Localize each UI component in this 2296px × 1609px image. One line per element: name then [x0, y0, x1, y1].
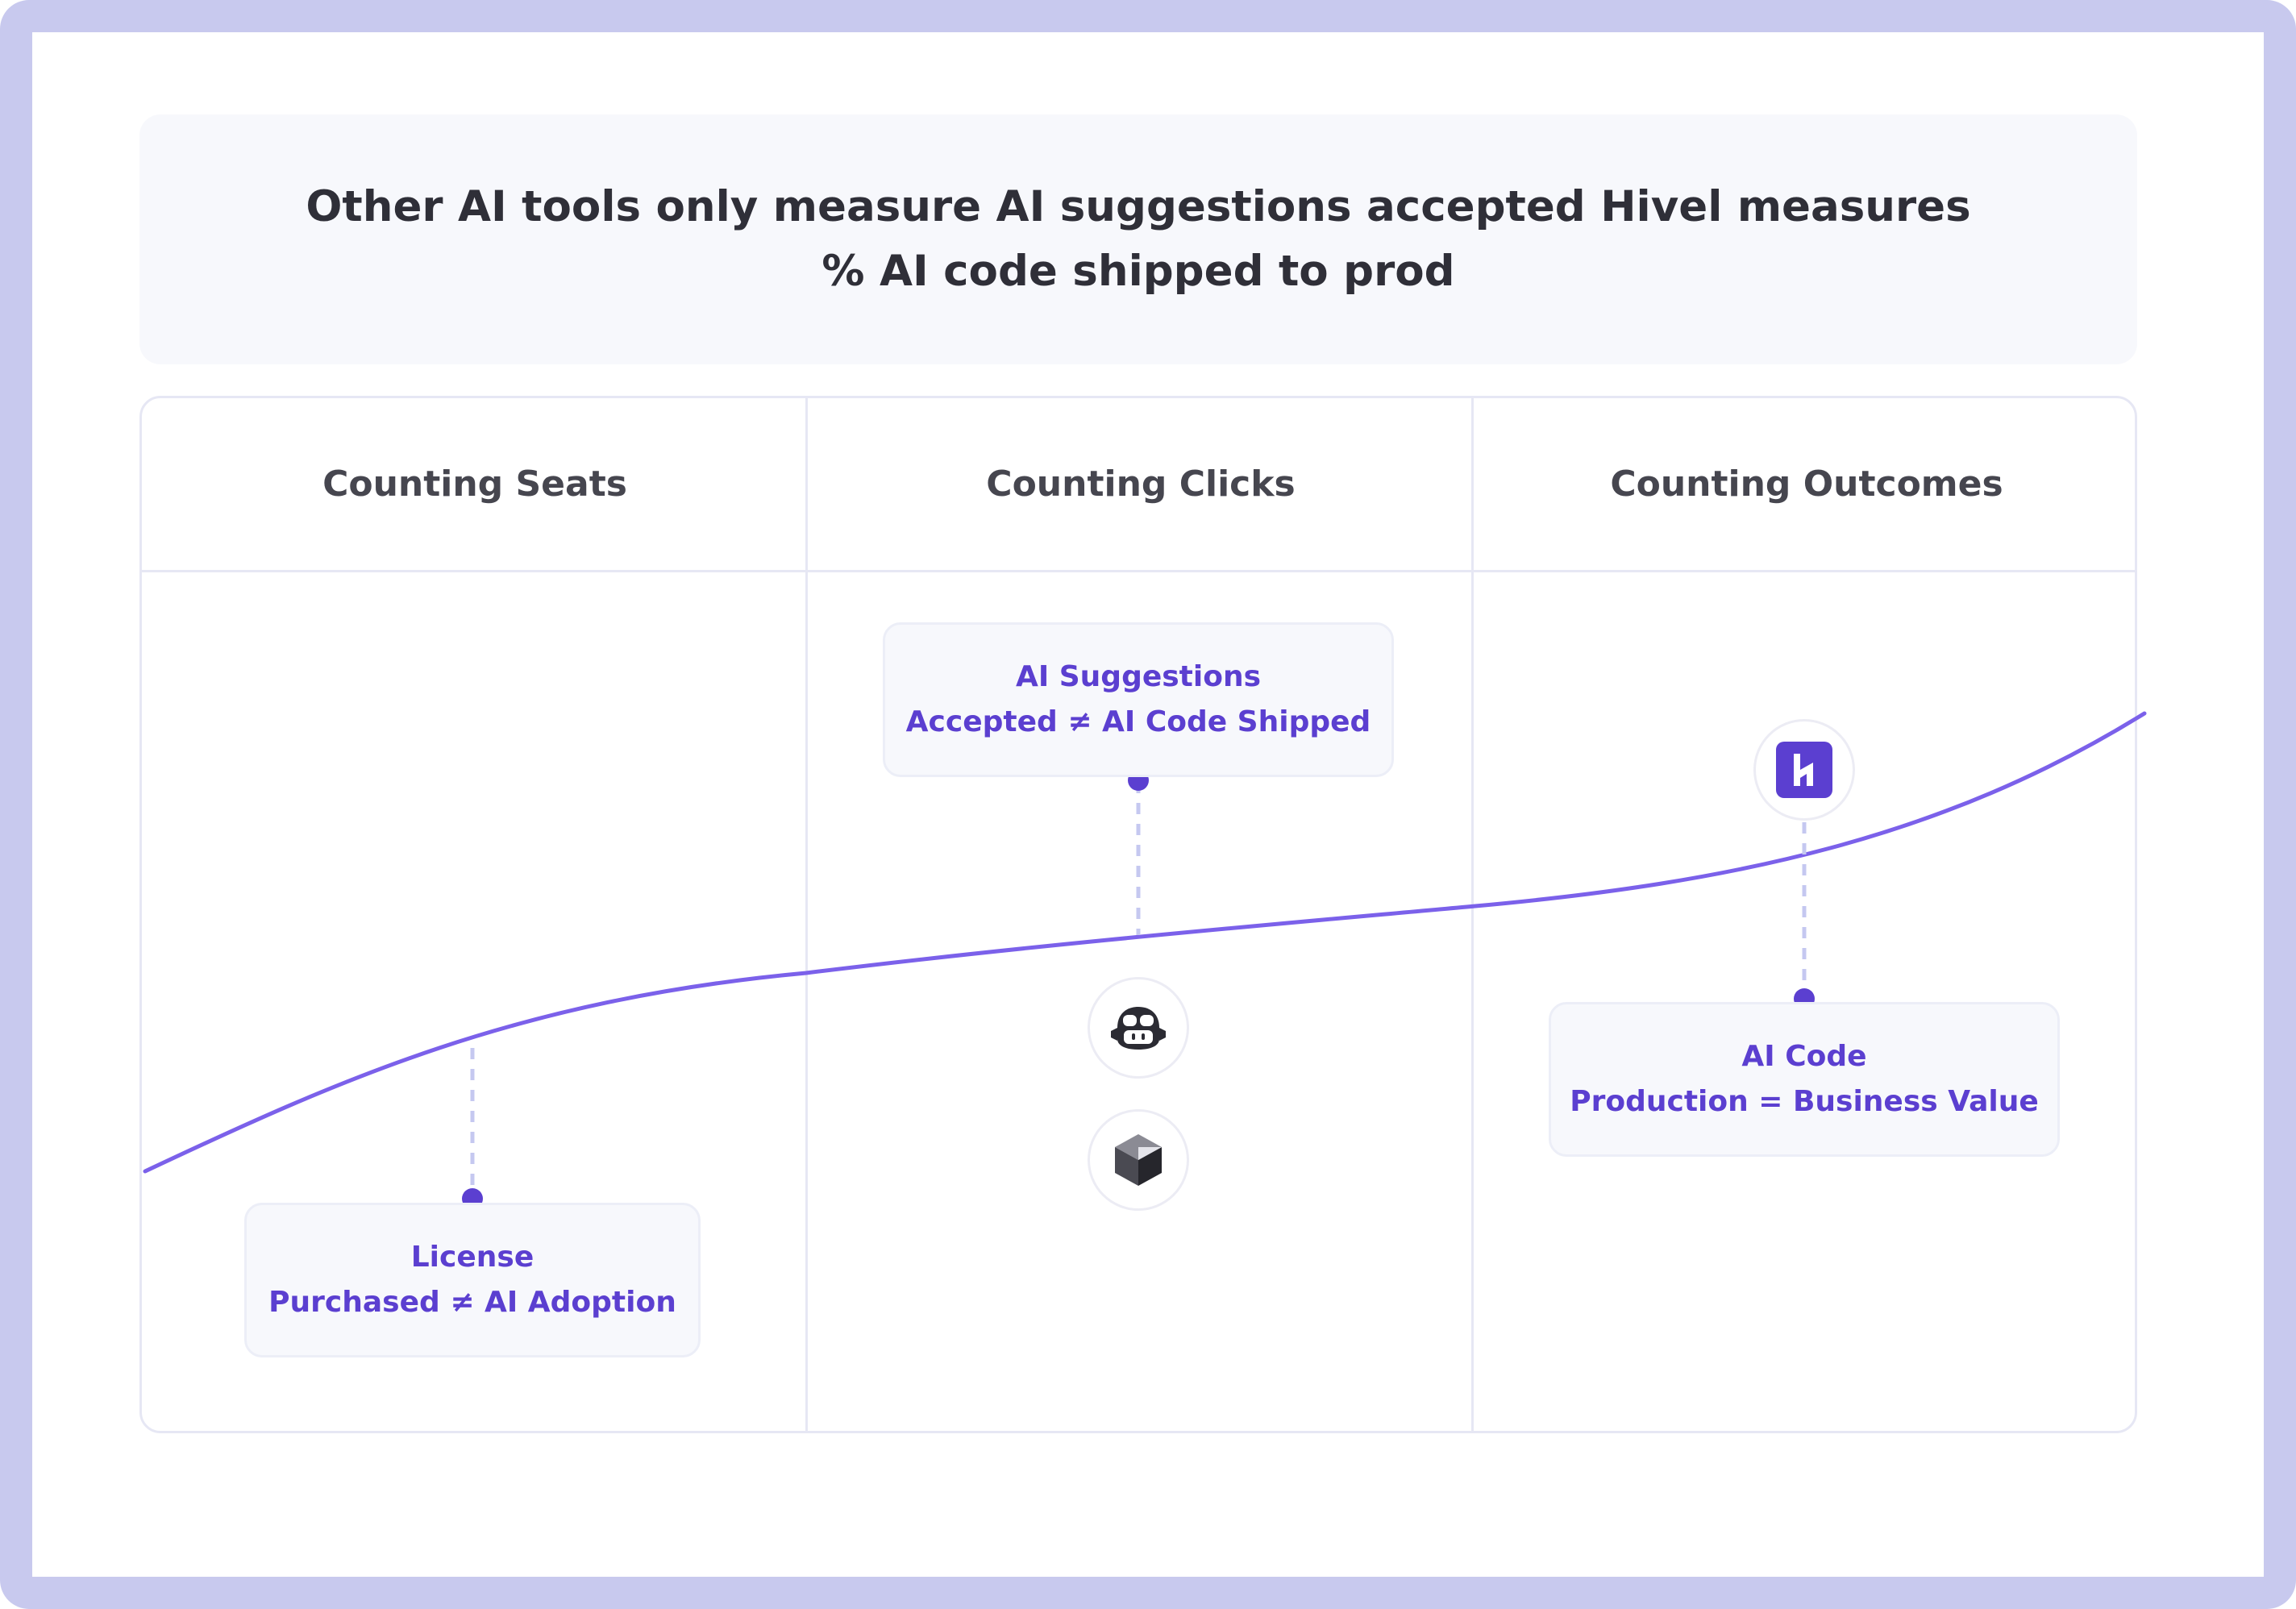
copilot-icon — [1088, 977, 1189, 1079]
card-ai-code-line2: Production = Business Value — [1570, 1085, 2039, 1118]
card-license-line1: License — [410, 1241, 534, 1274]
hivel-logo-icon — [1753, 719, 1855, 821]
card-ai-code-line1: AI Code — [1741, 1040, 1867, 1073]
cursor-icon — [1088, 1109, 1189, 1211]
card-ai-suggestions-line1: AI Suggestions — [1015, 660, 1262, 693]
card-ai-code: AI Code Production = Business Value — [1549, 1002, 2060, 1157]
card-ai-suggestions: AI Suggestions Accepted ≠ AI Code Shippe… — [883, 622, 1394, 777]
cursor-icon-glyph — [1115, 1134, 1162, 1186]
growth-curve-layer — [143, 711, 2147, 1209]
hivel-logo-glyph — [1776, 742, 1832, 798]
card-license-line2: Purchased ≠ AI Adoption — [268, 1286, 676, 1319]
card-ai-suggestions-line2: Accepted ≠ AI Code Shipped — [905, 705, 1371, 738]
card-license: License Purchased ≠ AI Adoption — [244, 1203, 701, 1357]
copilot-icon-glyph — [1111, 1007, 1166, 1050]
